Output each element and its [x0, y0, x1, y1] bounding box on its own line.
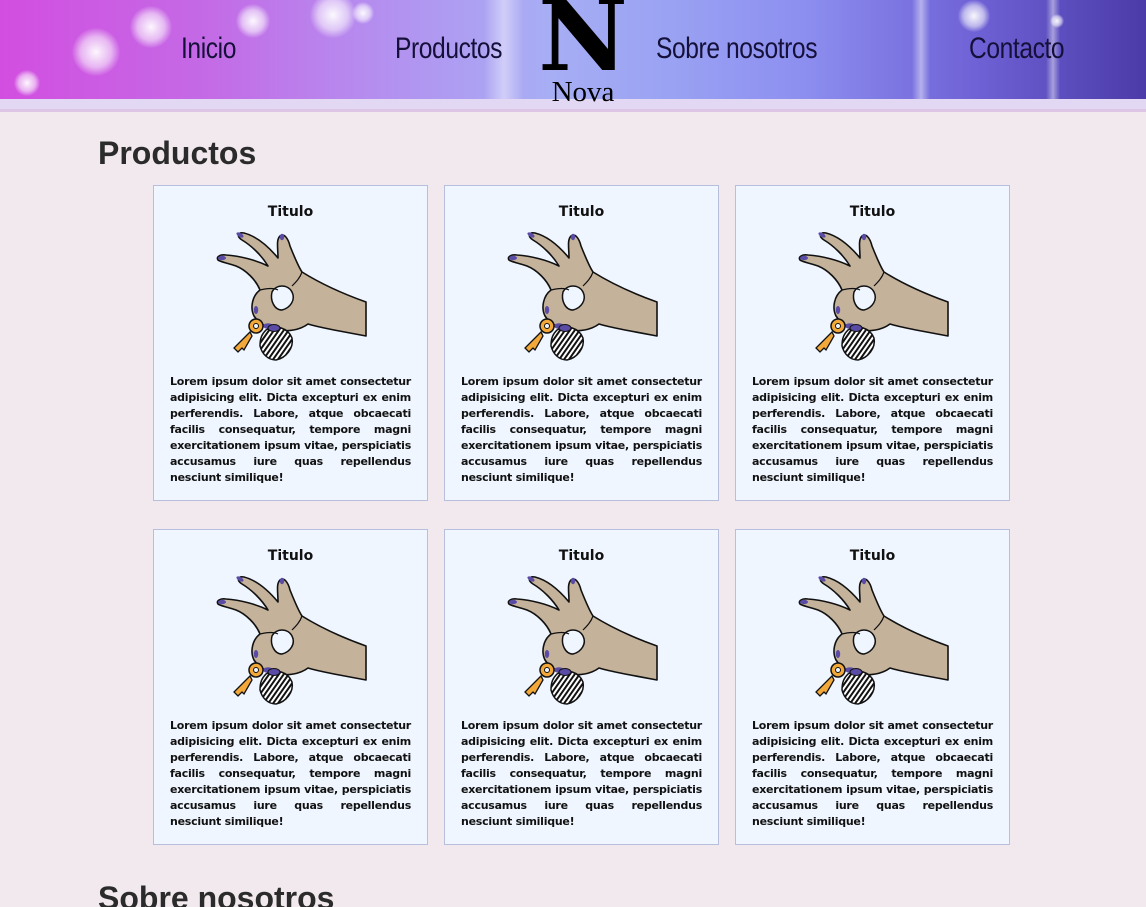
bokeh-light	[958, 0, 990, 32]
nav-link-productos[interactable]: Productos	[395, 32, 502, 66]
product-card-description: Lorem ipsum dolor sit amet consectetur a…	[170, 375, 411, 484]
hand-holding-keys-icon	[507, 574, 658, 705]
hand-holding-keys-icon	[216, 230, 367, 361]
product-card[interactable]: Titulo Lorem ipsum dolor sit amet consec…	[735, 185, 1010, 501]
logo-letter: N	[538, 0, 628, 94]
section-title-sobre-nosotros: Sobre nosotros	[98, 880, 335, 907]
product-card-title: Titulo	[849, 548, 896, 564]
product-card-description: Lorem ipsum dolor sit amet consectetur a…	[170, 719, 411, 828]
product-card-title: Titulo	[558, 548, 605, 564]
hand-holding-keys-icon	[216, 574, 367, 705]
product-card-title: Titulo	[267, 204, 314, 220]
product-card-description: Lorem ipsum dolor sit amet consectetur a…	[461, 375, 702, 484]
product-card-title: Titulo	[558, 204, 605, 220]
bokeh-light	[14, 70, 40, 96]
bokeh-light	[236, 4, 270, 38]
section-title-productos: Productos	[98, 135, 257, 171]
product-card[interactable]: Titulo Lorem ipsum dolor sit amet consec…	[444, 185, 719, 501]
nav-link-sobre-nosotros[interactable]: Sobre nosotros	[656, 32, 818, 66]
product-card-description: Lorem ipsum dolor sit amet consectetur a…	[752, 719, 993, 828]
bokeh-light	[130, 6, 172, 48]
nav-link-inicio[interactable]: Inicio	[181, 32, 236, 66]
site-logo[interactable]: N Nova	[538, 0, 628, 110]
hand-holding-keys-icon	[798, 230, 949, 361]
bokeh-light	[72, 28, 120, 76]
bokeh-light	[352, 2, 374, 24]
product-card-title: Titulo	[849, 204, 896, 220]
hand-holding-keys-icon	[507, 230, 658, 361]
product-card-description: Lorem ipsum dolor sit amet consectetur a…	[461, 719, 702, 828]
product-card[interactable]: Titulo Lorem ipsum dolor sit amet consec…	[153, 185, 428, 501]
light-streak	[912, 0, 930, 99]
logo-wordmark: Nova	[551, 76, 615, 108]
hand-holding-keys-icon	[798, 574, 949, 705]
nav-link-contacto[interactable]: Contacto	[969, 32, 1065, 66]
product-card[interactable]: Titulo Lorem ipsum dolor sit amet consec…	[444, 529, 719, 845]
product-card[interactable]: Titulo Lorem ipsum dolor sit amet consec…	[735, 529, 1010, 845]
product-card[interactable]: Titulo Lorem ipsum dolor sit amet consec…	[153, 529, 428, 845]
product-card-description: Lorem ipsum dolor sit amet consectetur a…	[752, 375, 993, 484]
product-card-title: Titulo	[267, 548, 314, 564]
bokeh-light	[310, 0, 356, 38]
